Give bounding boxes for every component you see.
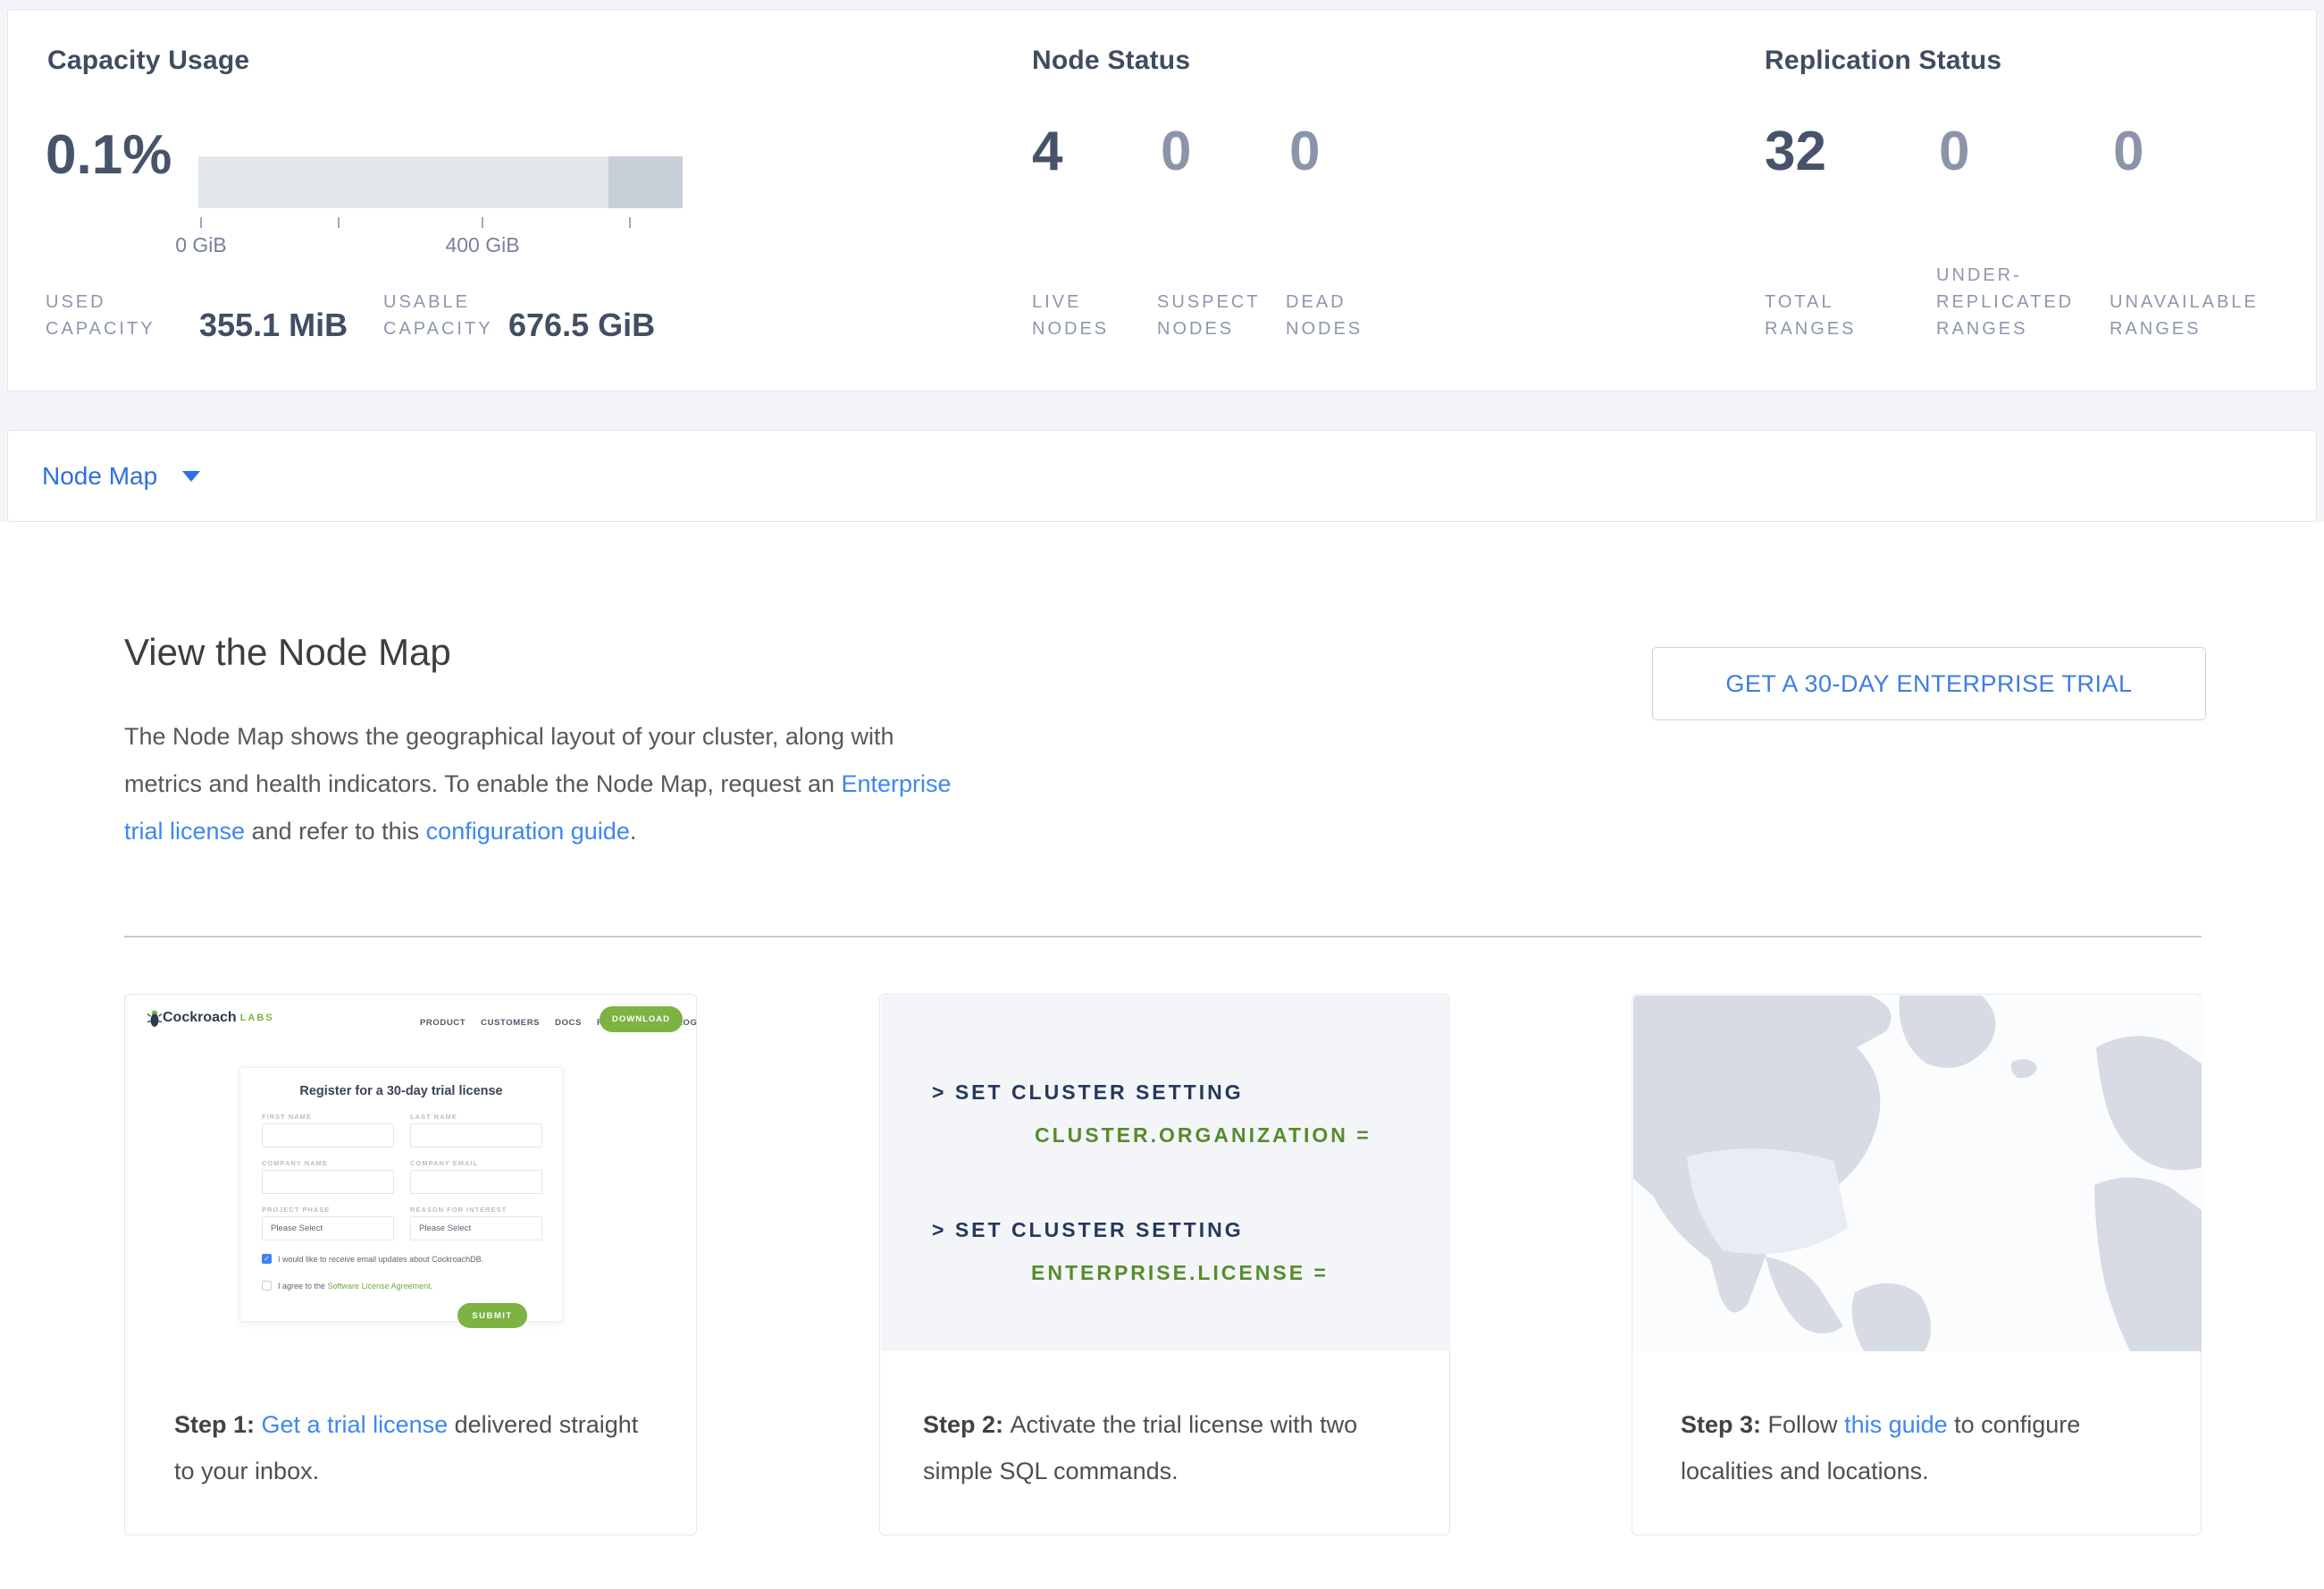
capacity-tick-label-400: 400 GiB — [429, 233, 536, 257]
sql-command: SET CLUSTER SETTING — [955, 1218, 1244, 1241]
sql-line-2: > SET CLUSTER SETTING — [932, 1218, 1244, 1242]
checkbox-unchecked-icon — [262, 1281, 272, 1291]
mini-agree-period: . — [431, 1282, 433, 1291]
sql-arg-2: ENTERPRISE.LICENSE = — [1031, 1261, 1329, 1285]
suspect-nodes-value: 0 — [1161, 124, 1191, 180]
used-capacity-label: USED CAPACITY — [46, 289, 155, 342]
capacity-percent: 0.1% — [46, 128, 172, 183]
step2-prefix: Step 2: — [923, 1411, 1011, 1438]
mini-field-label: FIRST NAME — [262, 1113, 312, 1121]
sql-arg-1: CLUSTER.ORGANIZATION = — [1035, 1123, 1372, 1148]
get-enterprise-trial-button[interactable]: GET A 30-DAY ENTERPRISE TRIAL — [1652, 647, 2206, 720]
mini-updates-checkbox-label: I would like to receive email updates ab… — [278, 1255, 483, 1264]
section-divider — [124, 936, 2202, 937]
nodemap-description: The Node Map shows the geographical layo… — [124, 713, 973, 855]
step1-prefix: Step 1: — [174, 1411, 262, 1438]
checkbox-checked-icon: ✓ — [262, 1254, 272, 1264]
step2-caption: Step 2: Activate the trial license with … — [923, 1401, 1410, 1494]
unavailable-label: UNAVAILABLE RANGES — [2110, 289, 2259, 342]
suspect-nodes-label: SUSPECT NODES — [1157, 289, 1260, 342]
mini-form-title: Register for a 30-day trial license — [240, 1084, 562, 1098]
sql-line-1: > SET CLUSTER SETTING — [932, 1080, 1244, 1105]
sql-command: SET CLUSTER SETTING — [955, 1080, 1244, 1104]
mini-agree-checkbox-row: I agree to the Software License Agreemen… — [262, 1281, 432, 1291]
mini-download-button: DOWNLOAD — [600, 1006, 683, 1032]
mini-field-label: COMPANY EMAIL — [410, 1159, 478, 1167]
world-map-graphic — [1633, 996, 2202, 1351]
mini-nav-customers: CUSTOMERS — [481, 1018, 540, 1028]
mini-company-email-input — [410, 1170, 542, 1194]
node-map-preview: 1 geo=sfo 2 Nodes 9% CAPACITY 3.2 GiB 35… — [1633, 996, 2202, 1351]
capacity-tick — [629, 217, 631, 228]
sql-code-block: > SET CLUSTER SETTING CLUSTER.ORGANIZATI… — [881, 996, 1450, 1351]
mini-company-name-input — [262, 1170, 394, 1194]
capacity-tick — [482, 217, 483, 228]
mini-license-agreement-link: Software License Agreement — [328, 1282, 431, 1291]
mini-logo-labs: LABS — [240, 1013, 274, 1023]
mini-first-name-input — [262, 1123, 394, 1148]
live-nodes-value: 4 — [1032, 124, 1062, 180]
step3-prefix: Step 3: — [1681, 1411, 1768, 1438]
mini-field-label: COMPANY NAME — [262, 1159, 328, 1167]
mini-field-label: LAST NAME — [410, 1113, 457, 1121]
mini-last-name-input — [410, 1123, 542, 1148]
page-title: View the Node Map — [124, 631, 451, 674]
capacity-tick-label-0: 0 GiB — [147, 233, 255, 257]
step3-caption: Step 3: Follow this guide to configure l… — [1681, 1401, 2132, 1494]
capacity-bar-end-segment — [608, 156, 683, 208]
mini-updates-checkbox-row: ✓ I would like to receive email updates … — [262, 1254, 483, 1264]
capacity-bar — [198, 156, 683, 208]
mini-trial-form: Register for a 30-day trial license FIRS… — [239, 1067, 563, 1322]
mini-project-phase-select: Please Select — [262, 1216, 394, 1240]
under-replicated-label: UNDER- REPLICATED RANGES — [1936, 262, 2074, 342]
node-status-title: Node Status — [1032, 46, 1190, 76]
view-selector-bar: Node Map — [7, 430, 2317, 522]
capacity-tick — [200, 217, 202, 228]
mini-field-label: REASON FOR INTEREST — [410, 1206, 507, 1214]
step3-card: 1 geo=sfo 2 Nodes 9% CAPACITY 3.2 GiB 35… — [1632, 994, 2202, 1535]
mini-submit-button: SUBMIT — [457, 1303, 527, 1328]
description-text-3: . — [630, 818, 637, 845]
live-nodes-label: LIVE NODES — [1032, 289, 1109, 342]
mini-agree-text: I agree to the — [278, 1282, 328, 1291]
usable-capacity-value: 676.5 GiB — [508, 307, 655, 344]
chevron-down-icon[interactable] — [182, 471, 200, 482]
cockroach-bug-icon — [147, 1007, 163, 1029]
node-map-dropdown[interactable]: Node Map — [42, 462, 157, 491]
dead-nodes-label: DEAD NODES — [1286, 289, 1363, 342]
sql-prompt: > — [932, 1218, 946, 1241]
sql-prompt: > — [932, 1080, 946, 1104]
step3-pre: Follow — [1768, 1411, 1845, 1438]
unavailable-value: 0 — [2113, 124, 2144, 180]
mini-reason-select: Please Select — [410, 1216, 542, 1240]
description-text-1: The Node Map shows the geographical layo… — [124, 723, 894, 797]
usable-capacity-label: USABLE CAPACITY — [383, 289, 493, 342]
step1-card: Cockroach LABS PRODUCT CUSTOMERS DOCS RE… — [124, 994, 697, 1535]
under-replicated-value: 0 — [1939, 124, 1969, 180]
step1-caption: Step 1: Get a trial license delivered st… — [174, 1401, 643, 1494]
mini-field-label: PROJECT PHASE — [262, 1206, 330, 1214]
get-trial-license-link[interactable]: Get a trial license — [262, 1411, 449, 1438]
total-ranges-value: 32 — [1765, 124, 1826, 180]
description-text-2: and refer to this — [245, 818, 426, 845]
cockroach-labs-logo: Cockroach LABS — [147, 1007, 274, 1029]
step2-card: > SET CLUSTER SETTING CLUSTER.ORGANIZATI… — [879, 994, 1450, 1535]
cluster-overview-page: Capacity Usage 0.1% 0 GiB 400 GiB USED C… — [0, 0, 2324, 1589]
mini-logo-text: Cockroach — [163, 1010, 237, 1026]
mini-nav-product: PRODUCT — [420, 1018, 466, 1028]
total-ranges-label: TOTAL RANGES — [1765, 289, 1856, 342]
mini-agree-checkbox-label: I agree to the Software License Agreemen… — [278, 1282, 432, 1291]
cluster-summary-panel: Capacity Usage 0.1% 0 GiB 400 GiB USED C… — [7, 9, 2317, 391]
configuration-guide-link[interactable]: configuration guide — [426, 818, 630, 845]
this-guide-link[interactable]: this guide — [1844, 1411, 1948, 1438]
mini-nav-docs: DOCS — [555, 1018, 582, 1028]
capacity-tick — [338, 217, 340, 228]
dead-nodes-value: 0 — [1289, 124, 1320, 180]
replication-status-title: Replication Status — [1765, 46, 2001, 76]
capacity-usage-title: Capacity Usage — [47, 46, 249, 76]
used-capacity-value: 355.1 MiB — [199, 307, 348, 344]
